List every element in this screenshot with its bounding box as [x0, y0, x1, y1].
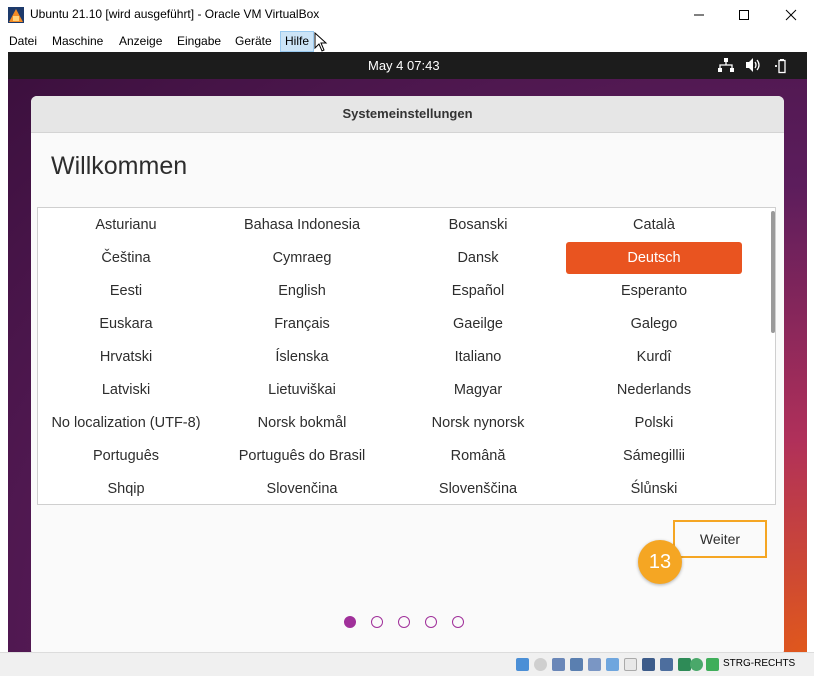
window-title: Ubuntu 21.10 [wird ausgeführt] - Oracle … [30, 7, 320, 21]
maximize-icon [739, 10, 749, 20]
audio-icon[interactable] [552, 658, 565, 671]
language-option[interactable]: Norsk bokmål [214, 407, 390, 439]
setup-dialog: Systemeinstellungen Willkommen Asturianu… [31, 96, 784, 652]
language-option[interactable]: Gaeilge [390, 308, 566, 340]
close-button[interactable] [768, 0, 814, 30]
vm-screen[interactable]: May 4 07:43 Systemeinstellungen Willkomm… [8, 52, 807, 652]
minimize-icon [694, 14, 704, 16]
language-option[interactable]: Asturianu [38, 209, 214, 241]
language-option[interactable]: Čeština [38, 242, 214, 274]
language-option[interactable]: Latviski [38, 374, 214, 406]
page-dot-1[interactable] [344, 616, 356, 628]
page-dot-2[interactable] [371, 616, 383, 628]
maximize-button[interactable] [721, 0, 767, 30]
video-capture-icon[interactable] [642, 658, 655, 671]
language-option[interactable]: Nederlands [566, 374, 742, 406]
language-option[interactable]: Português [38, 440, 214, 472]
shared-folders-icon[interactable] [606, 658, 619, 671]
language-option[interactable]: English [214, 275, 390, 307]
usb-icon[interactable] [588, 658, 601, 671]
menu-hilfe[interactable]: Hilfe [285, 34, 309, 48]
language-option[interactable]: Română [390, 440, 566, 472]
language-list[interactable]: Asturianu Bahasa Indonesia Bosanski Català Č… [37, 207, 776, 505]
virtualbox-icon [8, 7, 24, 23]
welcome-heading: Willkommen [51, 152, 188, 180]
language-option[interactable]: Deutsch [566, 242, 742, 274]
menu-eingabe[interactable]: Eingabe [177, 34, 221, 48]
language-option[interactable]: No localization (UTF-8) [38, 407, 214, 439]
language-option[interactable]: Kurdî [566, 341, 742, 373]
weiter-button[interactable]: Weiter [681, 526, 759, 552]
menu-datei[interactable]: Datei [9, 34, 37, 48]
language-option[interactable]: Norsk nynorsk [390, 407, 566, 439]
virtualbox-window: Ubuntu 21.10 [wird ausgeführt] - Oracle … [0, 0, 814, 676]
language-option[interactable]: Português do Brasil [214, 440, 390, 472]
weiter-highlight: Weiter [673, 520, 767, 558]
language-option[interactable]: Eesti [38, 275, 214, 307]
language-option[interactable]: Slovenščina [390, 473, 566, 505]
menu-anzeige[interactable]: Anzeige [119, 34, 162, 48]
language-option[interactable]: Français [214, 308, 390, 340]
language-option[interactable]: Slovenčina [214, 473, 390, 505]
close-icon [785, 9, 797, 21]
dialog-header: Systemeinstellungen [31, 96, 784, 133]
language-list-scrollbar[interactable] [771, 211, 775, 333]
language-option[interactable]: Italiano [390, 341, 566, 373]
language-option[interactable]: Español [390, 275, 566, 307]
mouse-integration-icon[interactable] [690, 658, 703, 671]
language-option[interactable]: Cymraeg [214, 242, 390, 274]
language-option[interactable]: Català [566, 209, 742, 241]
recording-icon[interactable] [660, 658, 673, 671]
language-option[interactable]: Dansk [390, 242, 566, 274]
step-badge: 13 [638, 540, 682, 584]
hard-disk-icon[interactable] [516, 658, 529, 671]
title-bar[interactable]: Ubuntu 21.10 [wird ausgeführt] - Oracle … [0, 0, 814, 30]
language-option[interactable]: Sámegillii [566, 440, 742, 472]
menu-bar: Datei Maschine Anzeige Eingabe Geräte [0, 30, 814, 52]
language-option[interactable]: Euskara [38, 308, 214, 340]
network-icon[interactable] [718, 58, 734, 72]
language-option[interactable]: Íslenska [214, 341, 390, 373]
language-option[interactable]: Bosanski [390, 209, 566, 241]
volume-icon[interactable] [746, 58, 762, 72]
language-option[interactable]: Ślůnski [566, 473, 742, 505]
language-option[interactable]: Magyar [390, 374, 566, 406]
language-option[interactable]: Galego [566, 308, 742, 340]
menu-maschine[interactable]: Maschine [52, 34, 103, 48]
language-option[interactable]: Shqip [38, 473, 214, 505]
network-adapter-icon[interactable] [570, 658, 583, 671]
battery-icon[interactable] [774, 58, 790, 74]
minimize-button[interactable] [676, 0, 722, 30]
language-option[interactable]: Bahasa Indonesia [214, 209, 390, 241]
language-option[interactable]: Lietuviškai [214, 374, 390, 406]
display-icon[interactable] [624, 658, 637, 671]
dialog-title: Systemeinstellungen [342, 106, 473, 121]
page-dot-3[interactable] [398, 616, 410, 628]
clock[interactable]: May 4 07:43 [368, 58, 440, 73]
keyboard-capture-icon[interactable] [706, 658, 719, 671]
language-option[interactable]: Hrvatski [38, 341, 214, 373]
gnome-top-bar: May 4 07:43 [8, 52, 807, 79]
language-option[interactable]: Polski [566, 407, 742, 439]
menu-geraete[interactable]: Geräte [235, 34, 272, 48]
host-key-label: STRG-RECHTS [723, 658, 796, 669]
language-option[interactable]: Esperanto [566, 275, 742, 307]
page-dot-5[interactable] [452, 616, 464, 628]
page-dot-4[interactable] [425, 616, 437, 628]
optical-drive-icon[interactable] [534, 658, 547, 671]
status-bar: STRG-RECHTS [0, 652, 814, 676]
mouse-cursor-icon [314, 32, 328, 52]
